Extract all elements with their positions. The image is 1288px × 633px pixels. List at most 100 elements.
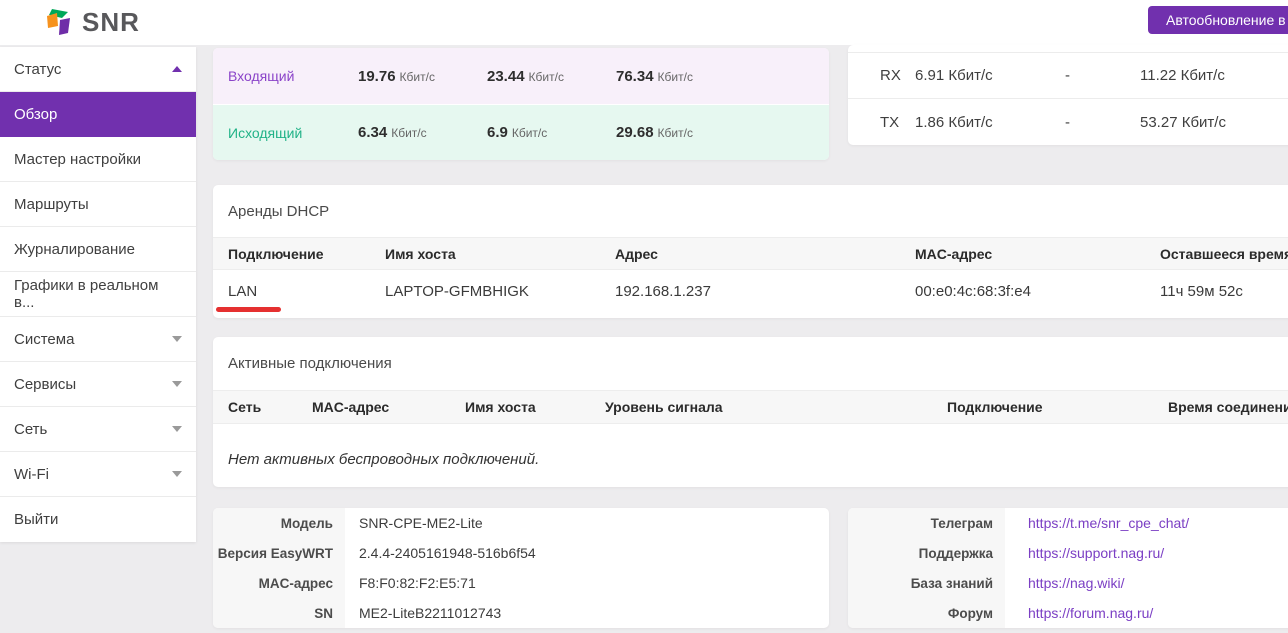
incoming-value-3: 76.34 Кбит/с — [616, 68, 745, 85]
col-connection: Подключение — [947, 399, 1168, 415]
chevron-down-icon — [172, 381, 182, 387]
unit: Кбит/с — [658, 70, 693, 84]
sidebar-item-label: Графики в реальном в... — [14, 277, 182, 311]
outgoing-label: Исходящий — [228, 125, 358, 141]
serial-number-label: SN — [213, 598, 345, 628]
cell-address: 192.168.1.237 — [615, 283, 915, 300]
col-network: Сеть — [228, 399, 312, 415]
unit: Кбит/с — [529, 70, 564, 84]
device-mac-value: F8:F0:82:F2:E5:71 — [345, 568, 829, 598]
snr-logo-icon — [46, 8, 74, 38]
serial-number-value: ME2-LiteB2211012743 — [345, 598, 829, 628]
col-mac: MAC-адрес — [915, 246, 1160, 262]
cell-hostname: LAPTOP-GFMBHIGK — [385, 283, 615, 300]
value: 6.9 — [487, 124, 508, 141]
sidebar-item-services[interactable]: Сервисы — [0, 362, 196, 407]
telegram-link[interactable]: https://t.me/snr_cpe_chat/ — [1028, 515, 1189, 531]
rx-value-1: 6.91 Кбит/с — [915, 67, 1065, 84]
traffic-summary-card: Входящий 19.76 Кбит/с 23.44 Кбит/с 76.34 Кб… — [213, 48, 829, 160]
support-link[interactable]: https://support.nag.ru/ — [1028, 545, 1164, 561]
sidebar-item-label: Выйти — [14, 511, 58, 528]
sidebar-item-label: Мастер настройки — [14, 151, 141, 168]
col-hostname: Имя хоста — [465, 399, 605, 415]
tx-value-3: 53.27 Кбит/с — [1140, 114, 1288, 131]
incoming-value-1: 19.76 Кбит/с — [358, 68, 487, 85]
active-connections-card: Активные подключения Сеть MAC-адрес Имя … — [213, 337, 1288, 487]
telegram-label: Телеграм — [848, 508, 1005, 538]
sidebar-item-label: Статус — [14, 61, 61, 78]
sidebar-item-wifi[interactable]: Wi-Fi — [0, 452, 196, 497]
outgoing-value-3: 29.68 Кбит/с — [616, 124, 745, 141]
sidebar-item-label: Сервисы — [14, 376, 76, 393]
sidebar-item-label: Wi-Fi — [14, 466, 49, 483]
sidebar-item-label: Сеть — [14, 421, 47, 438]
rx-value-3: 11.22 Кбит/с — [1140, 67, 1288, 84]
knowledge-base-link[interactable]: https://nag.wiki/ — [1028, 575, 1125, 591]
unit: Кбит/с — [391, 126, 426, 140]
active-connections-header: Сеть MAC-адрес Имя хоста Уровень сигнала… — [213, 390, 1288, 424]
tx-value-2: - — [1065, 114, 1140, 131]
sidebar-item-logging[interactable]: Журналирование — [0, 227, 196, 272]
value: 23.44 — [487, 68, 525, 85]
sidebar-item-overview[interactable]: Обзор — [0, 92, 196, 137]
outgoing-traffic-row: Исходящий 6.34 Кбит/с 6.9Кбит/с 29.68 Кбит… — [213, 104, 829, 160]
chevron-down-icon — [172, 336, 182, 342]
col-connection-time: Время соединения — [1168, 399, 1288, 415]
forum-link[interactable]: https://forum.nag.ru/ — [1028, 605, 1153, 621]
rx-row: RX 6.91 Кбит/с - 11.22 Кбит/с — [848, 53, 1288, 99]
forum-label: Форум — [848, 598, 1005, 628]
col-signal-level: Уровень сигнала — [605, 399, 947, 415]
col-address: Адрес — [615, 246, 915, 262]
sidebar-item-logout[interactable]: Выйти — [0, 497, 196, 542]
support-links-card: Телеграм https://t.me/snr_cpe_chat/ Подд… — [848, 508, 1288, 628]
device-model-value: SNR-CPE-ME2-Lite — [345, 508, 829, 538]
tx-value-1: 1.86 Кбит/с — [915, 114, 1065, 131]
value: 6.34 — [358, 124, 387, 141]
cell-connection: LAN — [228, 283, 385, 300]
sidebar-item-label: Система — [14, 331, 74, 348]
sidebar-item-network[interactable]: Сеть — [0, 407, 196, 452]
device-mac-label: MAC-адрес — [213, 568, 345, 598]
sidebar-item-label: Маршруты — [14, 196, 89, 213]
chevron-up-icon — [172, 66, 182, 72]
cell-mac: 00:e0:4c:68:3f:e4 — [915, 283, 1160, 300]
outgoing-value-2: 6.9Кбит/с — [487, 124, 616, 141]
incoming-label: Входящий — [228, 68, 358, 84]
rx-tx-card: RX 6.91 Кбит/с - 11.22 Кбит/с TX 1.86 Кб… — [848, 45, 1288, 145]
sidebar-item-status[interactable]: Статус — [0, 47, 196, 92]
cell-lease-time: 11ч 59м 52с — [1160, 283, 1288, 300]
lan-red-underline — [216, 307, 281, 312]
incoming-value-2: 23.44 Кбит/с — [487, 68, 616, 85]
dhcp-card-title: Аренды DHCP — [213, 185, 1288, 237]
sidebar-item-label: Обзор — [14, 106, 57, 123]
auto-refresh-button[interactable]: Автообновление в — [1148, 6, 1288, 34]
sidebar: Статус Обзор Мастер настройки Маршруты Ж… — [0, 47, 196, 542]
value: 29.68 — [616, 124, 654, 141]
firmware-version-label: Версия EasyWRT — [213, 538, 345, 568]
snr-logo: SNR — [46, 7, 140, 38]
no-connections-message: Нет активных беспроводных подключений. — [213, 424, 1288, 487]
tx-label: TX — [880, 114, 915, 131]
sidebar-item-realtime-graphs[interactable]: Графики в реальном в... — [0, 272, 196, 317]
card-bottom-padding — [213, 312, 1288, 318]
active-connections-title: Активные подключения — [213, 337, 1288, 390]
sidebar-item-setup-wizard[interactable]: Мастер настройки — [0, 137, 196, 182]
col-lease-time: Оставшееся время аренды — [1160, 246, 1288, 262]
rx-value-2: - — [1065, 67, 1140, 84]
unit: Кбит/с — [658, 126, 693, 140]
support-label: Поддержка — [848, 538, 1005, 568]
top-header: SNR Автообновление в — [0, 0, 1288, 45]
value: 19.76 — [358, 68, 396, 85]
chevron-down-icon — [172, 471, 182, 477]
table-row: LAN LAPTOP-GFMBHIGK 192.168.1.237 00:e0:… — [213, 270, 1288, 312]
dhcp-table-header: Подключение Имя хоста Адрес MAC-адрес Ос… — [213, 237, 1288, 270]
col-connection: Подключение — [228, 246, 385, 262]
rx-label: RX — [880, 67, 915, 84]
col-hostname: Имя хоста — [385, 246, 615, 262]
sidebar-item-system[interactable]: Система — [0, 317, 196, 362]
unit: Кбит/с — [400, 70, 435, 84]
value: 76.34 — [616, 68, 654, 85]
sidebar-item-routes[interactable]: Маршруты — [0, 182, 196, 227]
firmware-version-value: 2.4.4-2405161948-516b6f54 — [345, 538, 829, 568]
knowledge-base-label: База знаний — [848, 568, 1005, 598]
